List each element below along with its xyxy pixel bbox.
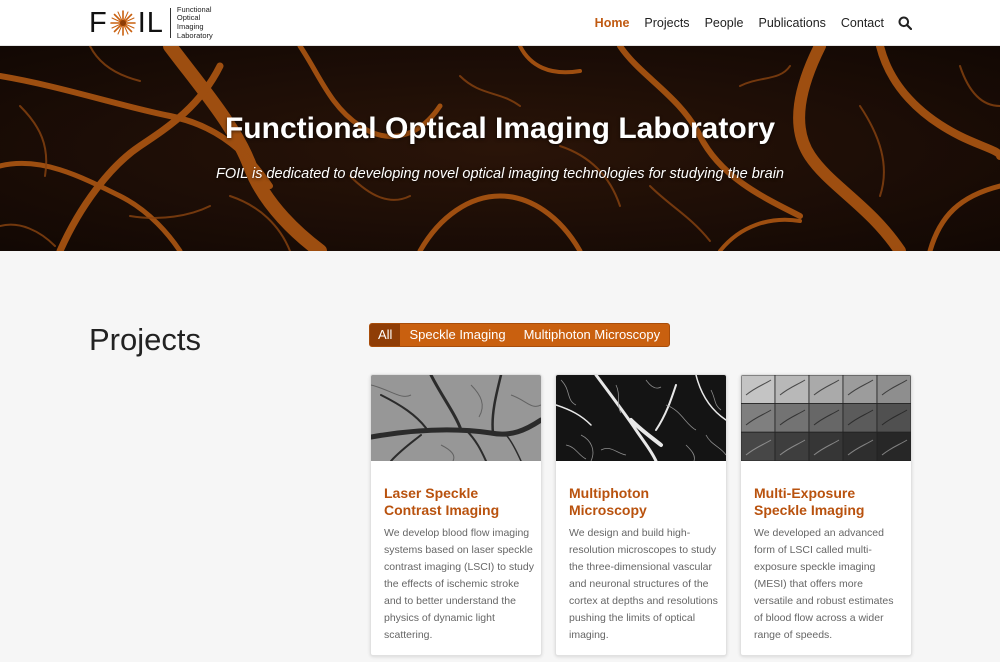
filter-multiphoton-microscopy-button[interactable]: Multiphoton Microscopy: [515, 324, 670, 346]
lsci-thumbnail-image: [371, 375, 541, 461]
project-card-mesi[interactable]: Multi-Exposure Speckle Imaging We develo…: [740, 374, 912, 656]
card-title[interactable]: Laser Speckle Contrast Imaging: [384, 485, 534, 519]
card-description: We develop blood flow imaging systems ba…: [384, 527, 534, 641]
card-title[interactable]: Multiphoton Microscopy: [569, 485, 719, 519]
project-filter-group: All Speckle Imaging Multiphoton Microsco…: [369, 323, 671, 347]
starburst-icon: [109, 10, 136, 36]
logo-letter-f: F: [89, 6, 108, 39]
logo-text: Functional Optical Imaging Laboratory: [176, 5, 237, 40]
nav-home[interactable]: Home: [595, 16, 630, 30]
nav-contact[interactable]: Contact: [841, 16, 884, 30]
card-description: We design and build high-resolution micr…: [569, 527, 718, 641]
logo-divider: [169, 8, 171, 38]
card-description: We developed an advanced form of LSCI ca…: [754, 527, 894, 641]
filter-all-button[interactable]: All: [370, 324, 401, 346]
blood-vessel-image: [0, 46, 1000, 251]
main-nav: Home Projects People Publications Contac…: [580, 0, 912, 46]
nav-publications[interactable]: Publications: [759, 16, 826, 30]
mesi-thumbnail-image: [741, 375, 911, 461]
logo-letters-il: IL: [137, 6, 164, 39]
search-icon[interactable]: [898, 16, 912, 30]
logo-text-line: Laboratory: [176, 30, 213, 40]
project-card-multiphoton[interactable]: Multiphoton Microscopy We design and bui…: [555, 374, 727, 656]
site-header: F IL Functional Optical Imaging Laborato…: [0, 0, 1000, 46]
project-card-lsci[interactable]: Laser Speckle Contrast Imaging We develo…: [370, 374, 542, 656]
foil-logo[interactable]: F IL Functional Optical Imaging Laborato…: [89, 5, 237, 40]
projects-heading: Projects: [89, 322, 201, 357]
logo-mark: F IL: [89, 6, 164, 39]
nav-people[interactable]: People: [705, 16, 744, 30]
hero-banner: Functional Optical Imaging Laboratory FO…: [0, 46, 1000, 251]
card-title[interactable]: Multi-Exposure Speckle Imaging: [754, 485, 904, 519]
nav-projects[interactable]: Projects: [644, 16, 689, 30]
hero-title: Functional Optical Imaging Laboratory: [224, 112, 776, 145]
hero-subtitle: FOIL is dedicated to developing novel op…: [215, 166, 784, 182]
filter-speckle-imaging-button[interactable]: Speckle Imaging: [400, 324, 514, 346]
multiphoton-thumbnail-image: [556, 375, 726, 461]
